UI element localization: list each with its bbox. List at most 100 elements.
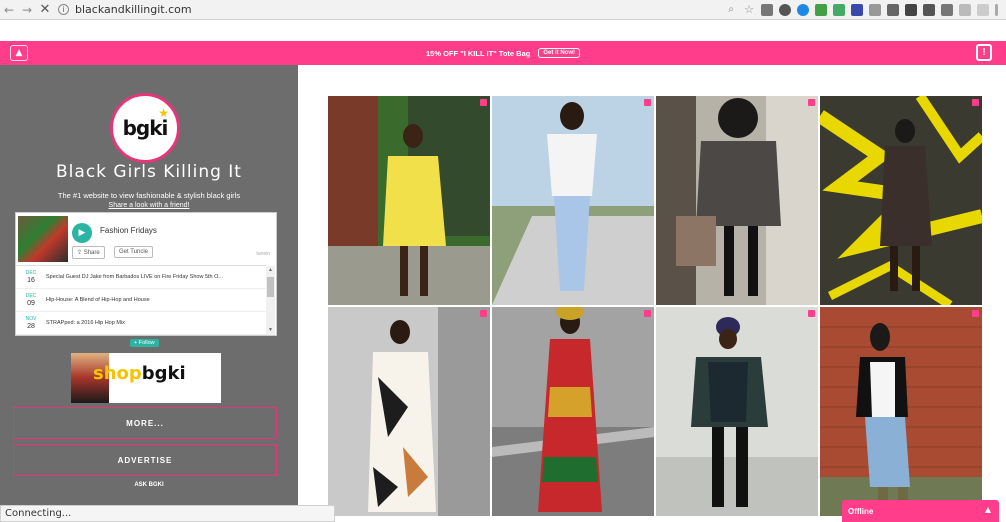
episode-title: Special Guest DJ Jake from Barbados LIVE… [46,274,223,280]
pin-icon[interactable] [480,310,487,317]
promo-button[interactable]: Get it Now! [538,48,580,58]
extension-icon[interactable] [977,3,989,16]
sidebar: bgki ★ Black Girls Killing It The #1 web… [0,65,298,505]
chat-status: Offline [848,506,874,516]
photo-image [328,96,490,305]
menu-icon[interactable] [995,3,998,16]
photo-image [492,307,654,516]
ask-bgki-link[interactable]: ASK BGKI [0,482,298,488]
chat-alert-icon[interactable]: ! [976,44,992,61]
extension-icon[interactable] [941,3,953,16]
play-icon[interactable]: ▶ [72,223,92,243]
chevron-up-icon[interactable]: ▲ [266,267,275,273]
shop-prefix: shop [93,363,142,384]
episode-list: DEC 16 Special Guest DJ Jake from Barbado… [16,265,266,335]
episode-date: DEC 16 [16,270,46,284]
pin-icon[interactable] [644,310,651,317]
extension-icon[interactable] [815,3,827,16]
url-text[interactable]: blackandkillingit.com [75,3,192,16]
photo-image [656,96,818,305]
follow-button[interactable]: + Follow [130,339,159,347]
extension-icon[interactable] [959,3,971,16]
pin-icon[interactable] [480,99,487,106]
extension-icon[interactable] [779,3,791,16]
pin-icon[interactable] [808,99,815,106]
chevron-up-icon[interactable]: ▲ [985,505,991,514]
photo-tile[interactable] [492,307,654,516]
extension-icon[interactable] [923,3,935,16]
photo-tile[interactable] [492,96,654,305]
tagline: The #1 website to view fashionable & sty… [57,191,241,200]
tunein-brand: tunein [256,251,270,257]
list-item[interactable]: DEC 16 Special Guest DJ Jake from Barbado… [16,266,266,289]
close-icon[interactable]: ✕ [36,1,54,19]
scrollbar-thumb[interactable] [267,277,274,297]
more-button[interactable]: MORE... [13,407,277,439]
photo-tile[interactable] [328,307,490,516]
scrollbar[interactable]: ▲ ▼ [266,266,275,335]
shop-banner-text: shopbgki [93,363,186,384]
photo-image [820,307,982,516]
forward-arrow-icon[interactable]: → [18,1,36,19]
share-button-label: Share [83,250,100,256]
day: 28 [27,323,35,330]
photo-tile[interactable] [328,96,490,305]
back-arrow-icon[interactable]: ← [0,1,18,19]
extension-icon[interactable] [797,3,809,16]
day: 09 [27,300,35,307]
month: DEC [25,293,37,299]
episode-date: DEC 09 [16,293,46,307]
chat-widget[interactable]: Offline ▲ [842,500,999,522]
extension-icon[interactable] [869,3,881,16]
chevron-up-icon[interactable]: ▲ [10,45,28,61]
photo-image [820,96,982,305]
photo-tile[interactable] [820,307,982,516]
episode-title: Hip-House: A Blend of Hip-Hop and House [46,297,150,303]
pin-icon[interactable] [644,99,651,106]
site-title: Black Girls Killing It [56,162,242,182]
extension-icon[interactable] [887,3,899,16]
advertise-button[interactable]: ADVERTISE [13,444,277,476]
pin-icon[interactable] [808,310,815,317]
cast-icon[interactable] [761,3,773,16]
site-logo[interactable]: bgki ★ [110,93,180,163]
photo-image [328,307,490,516]
address-bar[interactable]: i blackandkillingit.com [54,3,725,16]
extension-icon[interactable] [851,3,863,16]
zoom-icon[interactable]: ⌕ [725,1,737,19]
shop-banner[interactable]: shopbgki [71,353,221,403]
info-icon[interactable]: i [58,4,69,15]
browser-toolbar: ← → ✕ i blackandkillingit.com ⌕ ☆ [0,0,1006,20]
chevron-down-icon[interactable]: ▼ [266,327,275,333]
photo-tile[interactable] [656,96,818,305]
extension-icon[interactable] [833,3,845,16]
get-tuncle-button[interactable]: Get Tuncle [114,246,154,258]
promo-text: 15% OFF "I KILL IT" Tote Bag [425,48,531,58]
episode-date: NOV 28 [16,316,46,330]
shop-brand: bgki [141,363,186,384]
month: NOV [25,316,37,322]
show-title: Fashion Fridays [100,226,157,235]
photo-tile[interactable] [656,307,818,516]
photo-image [492,96,654,305]
promo-bar: ▲ 15% OFF "I KILL IT" Tote Bag Get it No… [0,41,1006,65]
extension-icon[interactable] [905,3,917,16]
share-link[interactable]: Share a look with a friend! [0,202,298,209]
extension-icons: ⌕ ☆ [725,1,1006,19]
list-item[interactable]: NOV 28 STRAPped: a 2016 Hip Hop Mix [16,312,266,335]
star-icon[interactable]: ☆ [743,1,755,19]
share-button[interactable]: ⇪ Share [72,246,105,259]
pin-icon[interactable] [972,310,979,317]
radio-widget: ▶ Fashion Fridays ⇪ Share Get Tuncle tun… [15,212,277,336]
list-item[interactable]: DEC 09 Hip-House: A Blend of Hip-Hop and … [16,289,266,312]
status-bar: Connecting... [0,505,335,522]
pin-icon[interactable] [972,99,979,106]
episode-title: STRAPped: a 2016 Hip Hop Mix [46,320,125,326]
follow-label: Follow [138,340,155,346]
star-icon: ★ [158,106,169,120]
month: DEC [25,270,37,276]
photo-tile[interactable] [820,96,982,305]
show-thumbnail [18,216,68,262]
photo-image [656,307,818,516]
day: 16 [27,277,35,284]
